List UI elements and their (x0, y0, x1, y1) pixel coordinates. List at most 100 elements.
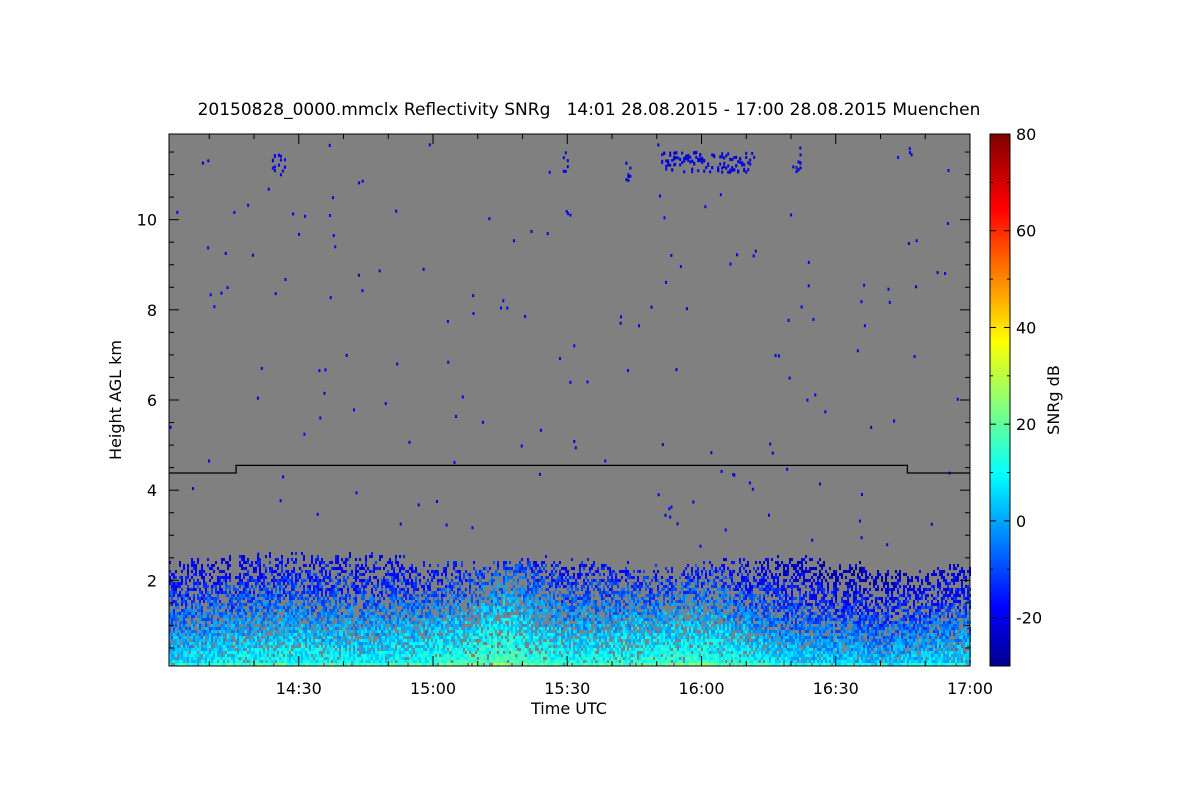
echo-cell (513, 624, 515, 627)
echo-cell (293, 561, 295, 564)
echo-cell (547, 600, 549, 603)
echo-cell (481, 648, 483, 651)
echo-cell (401, 633, 403, 636)
echo-cell (339, 582, 341, 585)
echo-cell (569, 657, 571, 660)
echo-cell (207, 636, 209, 639)
echo-cell (415, 621, 417, 624)
echo-cell (297, 624, 299, 627)
echo-cell (243, 555, 245, 558)
echo-cell (331, 588, 333, 591)
echo-cell (441, 651, 443, 654)
echo-cell (559, 645, 561, 648)
echo-cell (257, 651, 259, 654)
echo-cell (337, 651, 339, 654)
echo-cell (189, 642, 191, 645)
echo-cell (565, 606, 567, 609)
echo-cell (203, 648, 205, 651)
echo-cell (269, 648, 271, 651)
echo-cell (273, 612, 275, 615)
echo-cell (327, 600, 329, 603)
echo-cell (335, 639, 337, 642)
echo-cell (271, 597, 273, 600)
echo-cell (215, 639, 217, 642)
echo-cell (577, 576, 579, 579)
echo-cell (317, 576, 319, 579)
echo-cell (587, 645, 589, 648)
echo-cell (185, 654, 187, 657)
echo-cell (203, 618, 205, 621)
echo-cell (501, 639, 503, 642)
echo-cell (521, 654, 523, 657)
echo-cell (587, 603, 589, 606)
echo-cell (507, 657, 509, 660)
echo-cell (233, 624, 235, 627)
echo-cell (195, 645, 197, 648)
echo-cell (229, 651, 231, 654)
echo-cell (243, 654, 245, 657)
echo-cell (289, 615, 291, 618)
echo-cell (567, 594, 569, 597)
echo-cell (511, 618, 513, 621)
echo-cell (233, 594, 235, 597)
echo-cell (331, 612, 333, 615)
echo-cell (275, 618, 277, 621)
echo-cell (541, 603, 543, 606)
echo-cell (517, 603, 519, 606)
echo-cell (367, 567, 369, 570)
echo-cell (273, 597, 275, 600)
echo-cell (519, 561, 521, 564)
echo-cell (467, 627, 469, 630)
echo-cell (287, 579, 289, 582)
echo-cell (253, 570, 255, 573)
echo-cell (271, 603, 273, 606)
echo-cell (335, 600, 337, 603)
echo-cell (289, 606, 291, 609)
echo-cell (573, 606, 575, 609)
echo-cell (289, 579, 291, 582)
echo-cell (407, 651, 409, 654)
echo-cell (319, 633, 321, 636)
echo-cell (485, 609, 487, 612)
echo-cell (249, 630, 251, 633)
echo-cell (461, 621, 463, 624)
echo-cell (493, 579, 495, 582)
echo-cell (345, 657, 347, 660)
echo-cell (473, 618, 475, 621)
echo-cell (263, 657, 265, 660)
echo-cell (295, 630, 297, 633)
echo-cell (219, 600, 221, 603)
echo-cell (501, 621, 503, 624)
echo-cell (407, 618, 409, 621)
echo-cell (301, 624, 303, 627)
echo-cell (299, 597, 301, 600)
echo-cell (547, 645, 549, 648)
echo-cell (275, 606, 277, 609)
echo-cell (231, 612, 233, 615)
echo-cell (317, 636, 319, 639)
echo-cell (175, 621, 177, 624)
echo-cell (339, 633, 341, 636)
echo-cell (185, 609, 187, 612)
echo-cell (277, 582, 279, 585)
echo-cell (427, 618, 429, 621)
echo-cell (451, 606, 453, 609)
echo-cell (363, 567, 365, 570)
echo-cell (213, 564, 215, 567)
echo-cell (349, 627, 351, 630)
echo-cell (559, 561, 561, 564)
echo-cell (573, 576, 575, 579)
echo-cell (413, 657, 415, 660)
echo-cell (415, 627, 417, 630)
echo-cell (201, 642, 203, 645)
echo-cell (183, 615, 185, 618)
echo-cell (497, 609, 499, 612)
echo-cell (189, 660, 191, 663)
echo-cell (429, 651, 431, 654)
echo-cell (413, 606, 415, 609)
echo-cell (567, 573, 569, 576)
echo-cell (255, 600, 257, 603)
echo-cell (323, 603, 325, 606)
echo-cell (365, 600, 367, 603)
echo-cell (399, 621, 401, 624)
